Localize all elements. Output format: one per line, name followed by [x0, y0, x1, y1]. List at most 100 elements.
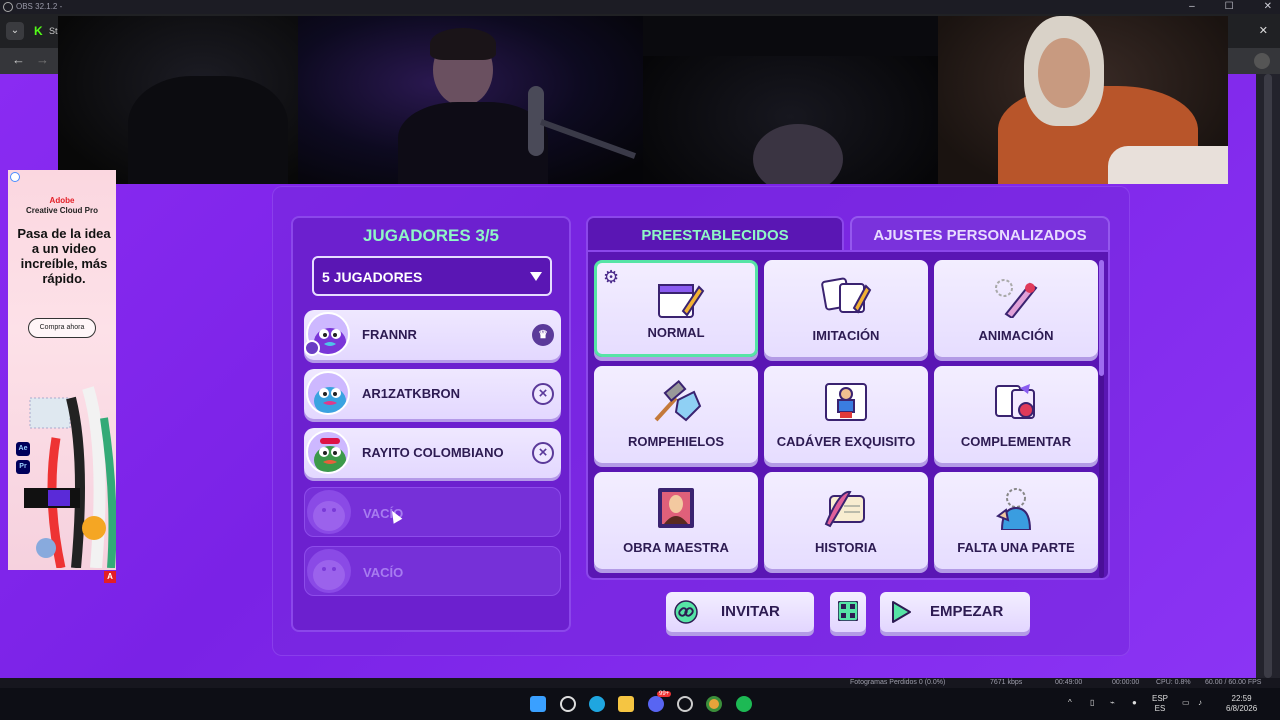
obs-status-bar: Fotogramas Perdidos 0 (0.0%) 7671 kbps 0…	[0, 678, 1280, 688]
bird-avatar	[306, 371, 350, 415]
discord-icon[interactable]	[648, 696, 664, 712]
player-card-empty-2: VACÍO	[304, 546, 561, 596]
preset-story[interactable]: HISTORIA	[764, 472, 928, 569]
invite-button[interactable]: INVITAR	[666, 592, 814, 632]
preset-label: CADÁVER EXQUISITO	[776, 434, 916, 449]
browser-close-icon[interactable]: ✕	[1259, 24, 1268, 37]
ad-headline: Pasa de la idea a un video increíble, má…	[17, 226, 111, 286]
obs-cpu: CPU: 0.8%	[1156, 679, 1191, 686]
preset-missing-part[interactable]: FALTA UNA PARTE	[934, 472, 1098, 569]
empty-slot-label: VACÍO	[363, 565, 404, 580]
obs-bitrate: 7671 kbps	[990, 679, 1023, 686]
tab-presets[interactable]: PREESTABLECIDOS	[586, 216, 844, 252]
players-title: JUGADORES 3/5	[362, 226, 500, 245]
kick-player-button[interactable]: ×	[532, 442, 554, 464]
obs-title-text: OBS 32.1.2 -	[16, 2, 63, 11]
qr-code-icon	[838, 601, 858, 621]
search-icon[interactable]	[560, 696, 576, 712]
preset-label: NORMAL	[647, 325, 705, 340]
webcam-feed-3	[643, 16, 938, 184]
obs-fps: 60.00 / 60.00 FPS	[1205, 679, 1262, 686]
network-icon[interactable]: ▭	[1182, 698, 1190, 708]
spotify-icon[interactable]	[736, 696, 752, 712]
tab-list-button[interactable]: ⌄	[6, 22, 24, 40]
preset-masterpiece[interactable]: OBRA MAESTRA	[594, 472, 758, 569]
clock[interactable]: 22:59 6/8/2026	[1226, 694, 1257, 714]
clock-date: 6/8/2026	[1226, 704, 1258, 713]
after-effects-icon: Ae	[16, 442, 30, 456]
scrollbar-thumb[interactable]	[1264, 74, 1272, 678]
tray-chevron-icon[interactable]: ^	[1068, 698, 1072, 708]
preset-imitation[interactable]: IMITACIÓN	[764, 260, 928, 357]
microphone-icon[interactable]: ●	[1132, 698, 1137, 708]
windows-taskbar: 99+ ^ ▯ ⌁ ● ESP ES ▭ ♪ 22:59 6/8/2026	[0, 688, 1280, 720]
preset-label: IMITACIÓN	[812, 328, 880, 343]
presets-scroll-thumb[interactable]	[1099, 260, 1104, 376]
gear-icon[interactable]: ⚙	[603, 267, 619, 288]
edge-icon[interactable]	[589, 696, 605, 712]
animation-pencil-icon	[995, 279, 1038, 318]
preset-exquisite-corpse[interactable]: CADÁVER EXQUISITO	[764, 366, 928, 463]
caret-down-icon	[530, 272, 542, 281]
file-explorer-icon[interactable]	[618, 696, 634, 712]
adobe-advertisement[interactable]: Adobe Creative Cloud Pro Pasa de la idea…	[8, 170, 116, 570]
preset-label: OBRA MAESTRA	[623, 540, 729, 555]
ad-buy-now-button[interactable]: Compra ahora	[28, 318, 96, 338]
language-indicator[interactable]: ESP ES	[1152, 694, 1168, 714]
ad-brand-line-2: Creative Cloud Pro	[25, 206, 98, 215]
battery-icon[interactable]: ▯	[1090, 698, 1094, 708]
invite-label: INVITAR	[721, 603, 780, 620]
crown-icon: ♛	[532, 324, 554, 346]
adobe-logo-icon: A	[104, 571, 116, 583]
back-arrow-icon[interactable]: ←	[12, 52, 25, 67]
obs-record-time: 00:00:00	[1112, 679, 1140, 686]
qr-code-button[interactable]	[830, 592, 866, 632]
presets-grid: ⚙ NORMAL IMITACIÓN ANIMACIÓN ROMPEHIELOS…	[586, 250, 1110, 580]
preset-label: HISTORIA	[815, 540, 877, 555]
start-button[interactable]: EMPEZAR	[880, 592, 1030, 632]
volume-icon[interactable]: ♪	[1198, 698, 1202, 708]
preset-animation[interactable]: ANIMACIÓN	[934, 260, 1098, 357]
link-icon	[674, 600, 698, 624]
webcam-feed-2	[298, 16, 643, 184]
forward-arrow-icon[interactable]: →	[36, 52, 49, 67]
windows-start-icon[interactable]	[530, 696, 546, 712]
keyboard-code: ES	[1154, 704, 1166, 713]
close-icon[interactable]: ✕	[1264, 0, 1272, 14]
webcam-overlay	[58, 16, 1228, 184]
obs-app-icon[interactable]	[677, 696, 693, 712]
notebook-pencil-icon	[658, 284, 705, 318]
player-card-1: FRANNR ♛	[304, 310, 561, 360]
ad-info-icon[interactable]	[10, 172, 20, 182]
extension-icon[interactable]	[1254, 53, 1270, 69]
copy-cards-icon	[821, 277, 872, 314]
player-count-value: 5 JUGADORES	[322, 269, 423, 285]
obs-dropped-frames: Fotogramas Perdidos 0 (0.0%)	[850, 679, 946, 686]
empty-bird-avatar	[307, 549, 351, 593]
webcam-feed-1	[58, 16, 298, 184]
preset-label: ROMPEHIELOS	[627, 434, 725, 449]
page-scrollbar[interactable]	[1256, 74, 1280, 678]
preset-label: COMPLEMENTAR	[960, 434, 1072, 449]
preset-normal[interactable]: ⚙ NORMAL	[594, 260, 758, 357]
players-panel: JUGADORES 3/5 5 JUGADORES FRANNR ♛ AR1ZA…	[291, 216, 571, 632]
presets-scrollbar[interactable]	[1099, 260, 1104, 578]
usb-icon[interactable]: ⌁	[1110, 698, 1115, 708]
exquisite-corpse-icon	[825, 383, 867, 421]
chrome-icon[interactable]	[706, 696, 722, 712]
player-card-empty-1: VACÍO	[304, 487, 561, 537]
preset-icebreaker[interactable]: ROMPEHIELOS	[594, 366, 758, 463]
minimize-icon[interactable]: –	[1189, 0, 1195, 14]
obs-logo-icon	[3, 2, 13, 12]
clock-time: 22:59	[1231, 694, 1252, 703]
preset-complement[interactable]: COMPLEMENTAR	[934, 366, 1098, 463]
language-code: ESP	[1152, 694, 1169, 703]
player-count-select[interactable]: 5 JUGADORES	[312, 256, 552, 296]
kick-icon: K	[34, 24, 43, 38]
maximize-icon[interactable]: ☐	[1225, 0, 1234, 14]
ad-brand-line-1: Adobe	[49, 196, 75, 205]
tab-custom-settings[interactable]: AJUSTES PERSONALIZADOS	[850, 216, 1110, 252]
player-card-2: AR1ZATKBRON ×	[304, 369, 561, 419]
kick-player-button[interactable]: ×	[532, 383, 554, 405]
browser-tab-title[interactable]: St	[49, 26, 58, 36]
